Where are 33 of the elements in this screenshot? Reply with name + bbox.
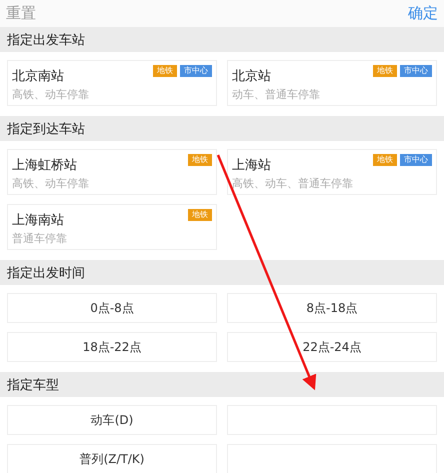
station-card[interactable]: 上海南站 地铁 普通车停靠 [7, 204, 217, 250]
option-button[interactable]: 22点-24点 [227, 332, 437, 362]
station-name: 上海站 [232, 157, 271, 174]
option-button[interactable]: 18点-22点 [7, 332, 217, 362]
station-card[interactable]: 北京南站 地铁 市中心 高铁、动车停靠 [7, 60, 217, 106]
section-title: 指定车型 [0, 372, 444, 397]
station-name: 北京站 [232, 68, 271, 85]
station-tag: 地铁 [373, 65, 397, 77]
option-button[interactable]: 普列(Z/T/K) [7, 444, 217, 473]
station-tag: 地铁 [188, 154, 212, 166]
section-title: 指定出发车站 [0, 27, 444, 52]
station-card[interactable]: 上海站 地铁 市中心 高铁、动车、普通车停靠 [227, 149, 437, 195]
station-tag: 市中心 [400, 65, 432, 77]
option-button[interactable]: 8点-18点 [227, 293, 437, 323]
station-description: 动车、普通车停靠 [232, 87, 321, 102]
station-tag: 市中心 [180, 65, 212, 77]
station-card[interactable]: 北京站 地铁 市中心 动车、普通车停靠 [227, 60, 437, 106]
station-name: 北京南站 [12, 68, 64, 85]
option-button[interactable]: 动车(D) [7, 405, 217, 435]
station-description: 高铁、动车、普通车停靠 [232, 176, 354, 191]
station-tag: 地铁 [153, 65, 177, 77]
option-button[interactable]: 0点-8点 [7, 293, 217, 323]
station-card[interactable]: 上海虹桥站 地铁 高铁、动车停靠 [7, 149, 217, 195]
station-tag: 市中心 [400, 154, 432, 166]
station-tag: 地铁 [188, 209, 212, 221]
section-title: 指定出发时间 [0, 260, 444, 285]
station-name: 上海南站 [12, 212, 64, 229]
section-title: 指定到达车站 [0, 116, 444, 141]
station-description: 普通车停靠 [12, 231, 68, 246]
station-description: 高铁、动车停靠 [12, 87, 90, 102]
station-tag: 地铁 [373, 154, 397, 166]
station-name: 上海虹桥站 [12, 157, 77, 174]
station-description: 高铁、动车停靠 [12, 176, 90, 191]
